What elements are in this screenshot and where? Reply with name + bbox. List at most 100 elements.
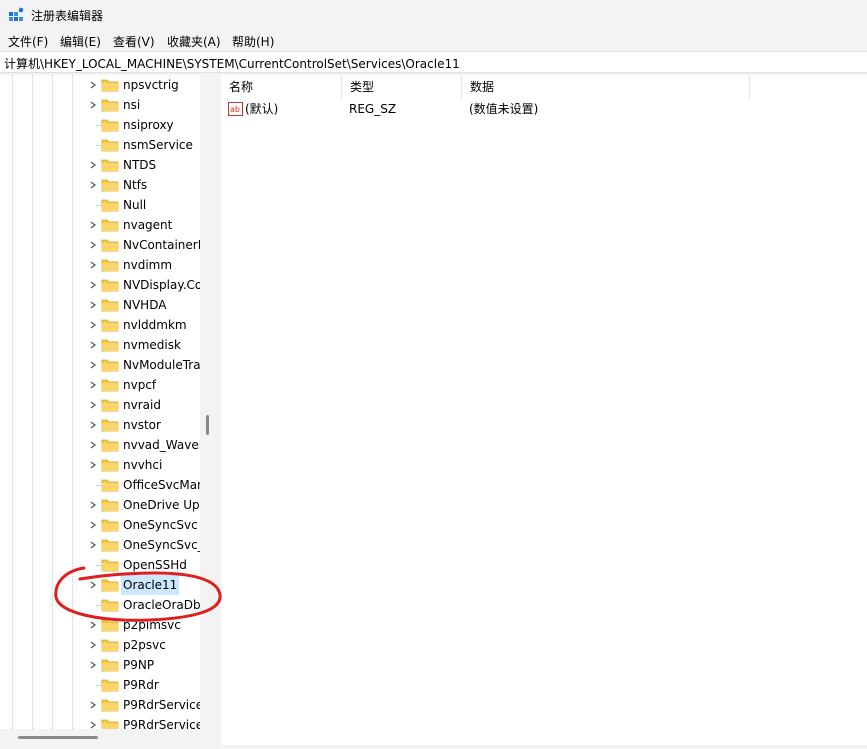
tree-item[interactable]: npsvctrig xyxy=(0,75,200,95)
chevron-right-icon[interactable] xyxy=(89,661,97,669)
column-header-name[interactable]: 名称 xyxy=(221,75,342,99)
tree-item[interactable]: OneDrive Updater Service xyxy=(0,495,216,515)
chevron-right-icon[interactable] xyxy=(89,261,97,269)
tree-item[interactable]: NVDisplay.ContainerLocalSystem xyxy=(0,275,216,295)
chevron-right-icon[interactable] xyxy=(89,581,97,589)
tree-item-label[interactable]: nvmedisk xyxy=(121,335,183,355)
menu-edit[interactable]: 编辑(E) xyxy=(60,33,101,50)
values-pane[interactable]: 名称 类型 数据 ab (默认) REG_SZ (数值未设置) xyxy=(221,75,867,745)
tree-item[interactable]: OracleOraDb xyxy=(0,595,203,615)
tree-item-label[interactable]: nvdimm xyxy=(121,255,174,275)
tree-item[interactable]: P9NP xyxy=(0,655,200,675)
tree-item-label[interactable]: p2pimsvc xyxy=(121,615,183,635)
chevron-right-icon[interactable] xyxy=(89,321,97,329)
tree-item[interactable]: Null xyxy=(0,195,200,215)
tree-item[interactable]: nvagent xyxy=(0,215,200,235)
tree-item-label[interactable]: nsiproxy xyxy=(121,115,176,135)
key-tree-pane[interactable]: npsvctrig nsi nsiproxy nsmService NTDS Ntfs Nu… xyxy=(0,75,216,745)
tree-item-label[interactable]: nsmService xyxy=(121,135,195,155)
tree-item[interactable]: nsi xyxy=(0,95,200,115)
tree-item-label[interactable]: OneSyncSvc xyxy=(121,515,200,535)
tree-scroll-thumb[interactable] xyxy=(206,415,209,435)
address-bar[interactable]: 计算机\HKEY_LOCAL_MACHINE\SYSTEM\CurrentCon… xyxy=(0,51,867,73)
tree-item[interactable]: NvContainerLocalSystem xyxy=(0,235,216,255)
tree-item[interactable]: p2pimsvc xyxy=(0,615,200,635)
tree-item-label[interactable]: nvlddmkm xyxy=(121,315,189,335)
tree-item[interactable]: nvraid xyxy=(0,395,200,415)
tree-item[interactable]: nvvhci xyxy=(0,455,200,475)
chevron-right-icon[interactable] xyxy=(89,701,97,709)
tree-item[interactable]: NvModuleTracker xyxy=(0,355,216,375)
chevron-right-icon[interactable] xyxy=(89,181,97,189)
chevron-right-icon[interactable] xyxy=(89,281,97,289)
menu-help[interactable]: 帮助(H) xyxy=(232,33,274,50)
chevron-right-icon[interactable] xyxy=(89,641,97,649)
tree-item[interactable]: P9Rdr xyxy=(0,675,200,695)
tree-item[interactable]: nvdimm xyxy=(0,255,200,275)
chevron-right-icon[interactable] xyxy=(89,241,97,249)
chevron-right-icon[interactable] xyxy=(89,81,97,89)
tree-item-label[interactable]: nvagent xyxy=(121,215,174,235)
tree-horizontal-scrollbar[interactable] xyxy=(0,729,200,745)
tree-item[interactable]: Ntfs xyxy=(0,175,200,195)
chevron-right-icon[interactable] xyxy=(89,361,97,369)
chevron-right-icon[interactable] xyxy=(89,441,97,449)
chevron-right-icon[interactable] xyxy=(89,341,97,349)
chevron-right-icon[interactable] xyxy=(89,401,97,409)
tree-item[interactable]: nvpcf xyxy=(0,375,200,395)
tree-item-label[interactable]: npsvctrig xyxy=(121,75,181,95)
tree-item[interactable]: Oracle11 xyxy=(0,575,200,595)
tree-item[interactable]: NTDS xyxy=(0,155,200,175)
tree-item[interactable]: OpenSSHd xyxy=(0,555,200,575)
chevron-right-icon[interactable] xyxy=(89,721,97,729)
menu-file[interactable]: 文件(F) xyxy=(8,33,48,50)
tree-item-label[interactable]: NVHDA xyxy=(121,295,168,315)
tree-item[interactable]: nvvad_WaveExtensible xyxy=(0,435,216,455)
tree-item-label[interactable]: nvraid xyxy=(121,395,163,415)
tree-item[interactable]: OneSyncSvc_ xyxy=(0,535,204,555)
tree-item-label[interactable]: P9RdrService xyxy=(121,695,205,715)
value-name[interactable]: (默认) xyxy=(245,98,278,120)
chevron-right-icon[interactable] xyxy=(89,221,97,229)
tree-item[interactable]: nvlddmkm xyxy=(0,315,200,335)
column-header-data[interactable]: 数据 xyxy=(462,75,750,99)
tree-item-label[interactable]: Oracle11 xyxy=(121,575,180,595)
tree-item-label[interactable]: P9NP xyxy=(121,655,156,675)
tree-item[interactable]: nsiproxy xyxy=(0,115,200,135)
chevron-right-icon[interactable] xyxy=(89,521,97,529)
tree-item[interactable]: OfficeSvcManager xyxy=(0,475,216,495)
column-header-type[interactable]: 类型 xyxy=(342,75,462,99)
tree-item-label[interactable]: p2psvc xyxy=(121,635,168,655)
chevron-right-icon[interactable] xyxy=(89,161,97,169)
tree-item[interactable]: NVHDA xyxy=(0,295,200,315)
chevron-right-icon[interactable] xyxy=(89,461,97,469)
chevron-right-icon[interactable] xyxy=(89,301,97,309)
tree-item-label[interactable]: nvvhci xyxy=(121,455,164,475)
tree-item-label[interactable]: nvstor xyxy=(121,415,163,435)
tree-item-label[interactable]: OneSyncSvc_ xyxy=(121,535,206,555)
tree-item-label[interactable]: NTDS xyxy=(121,155,158,175)
chevron-right-icon[interactable] xyxy=(89,421,97,429)
chevron-right-icon[interactable] xyxy=(89,381,97,389)
menu-view[interactable]: 查看(V) xyxy=(113,33,155,50)
tree-vertical-scrollbar[interactable] xyxy=(200,75,216,745)
tree-item-label[interactable]: nvpcf xyxy=(121,375,158,395)
tree-item[interactable]: nvmedisk xyxy=(0,335,200,355)
chevron-right-icon[interactable] xyxy=(89,101,97,109)
tree-item-label[interactable]: OracleOraDb xyxy=(121,595,203,615)
tree-item[interactable]: OneSyncSvc xyxy=(0,515,200,535)
tree-item[interactable]: P9RdrService xyxy=(0,695,203,715)
chevron-right-icon[interactable] xyxy=(89,621,97,629)
tree-item-label[interactable]: Ntfs xyxy=(121,175,149,195)
tree-item-label[interactable]: Null xyxy=(121,195,148,215)
tree-item[interactable]: p2psvc xyxy=(0,635,200,655)
tree-item-label[interactable]: OpenSSHd xyxy=(121,555,189,575)
menu-favorites[interactable]: 收藏夹(A) xyxy=(167,33,221,50)
address-path[interactable]: 计算机\HKEY_LOCAL_MACHINE\SYSTEM\CurrentCon… xyxy=(4,55,460,72)
tree-item-label[interactable]: P9Rdr xyxy=(121,675,161,695)
tree-item[interactable]: nvstor xyxy=(0,415,200,435)
tree-item[interactable]: nsmService xyxy=(0,135,200,155)
tree-item-label[interactable]: nsi xyxy=(121,95,142,115)
tree-hscroll-thumb[interactable] xyxy=(18,736,98,739)
chevron-right-icon[interactable] xyxy=(89,541,97,549)
